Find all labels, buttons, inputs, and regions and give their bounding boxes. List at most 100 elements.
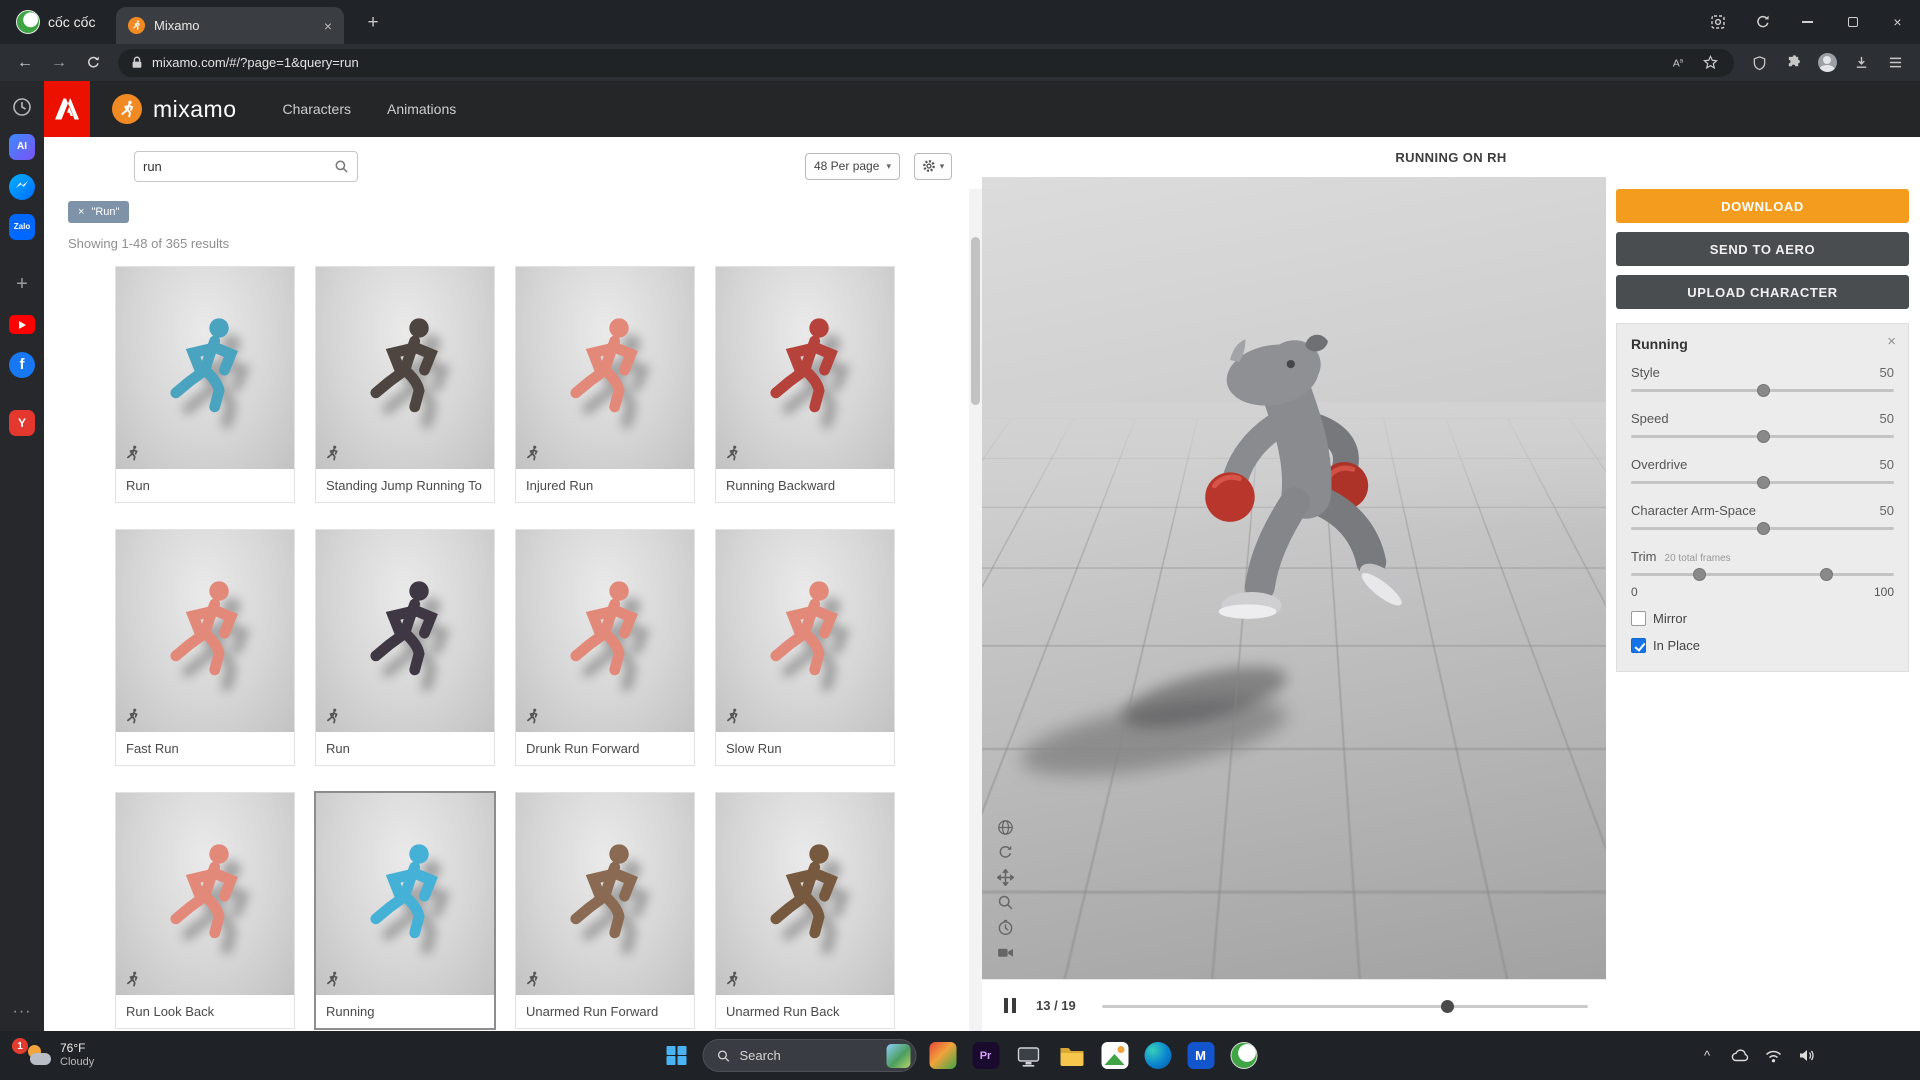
hidden-icons-chevron[interactable]: ^ [1697,1046,1717,1066]
photos-app-icon[interactable] [926,1039,960,1073]
nav-animations[interactable]: Animations [387,101,456,117]
in-place-checkbox[interactable] [1631,638,1646,653]
start-button[interactable] [660,1039,694,1073]
mirror-checkbox-row[interactable]: Mirror [1631,611,1894,626]
mixamo-favicon [128,17,145,34]
filter-chip-run[interactable]: × "Run" [68,201,130,223]
mirror-checkbox[interactable] [1631,611,1646,626]
in-place-checkbox-row[interactable]: In Place [1631,638,1894,653]
premiere-app-icon[interactable]: Pr [969,1039,1003,1073]
weather-widget[interactable]: 1 76°F Cloudy [0,1031,106,1080]
timeline-slider[interactable] [1102,999,1588,1013]
3d-viewport[interactable] [982,177,1606,979]
mail-app-icon[interactable]: M [1184,1039,1218,1073]
search-icon[interactable] [334,159,349,174]
adblock-shield-icon[interactable] [1744,49,1774,77]
zoom-icon[interactable] [997,894,1014,911]
animation-card[interactable]: Unarmed Run Forward [515,792,695,1029]
history-icon[interactable] [9,93,36,120]
character-figure [351,295,459,441]
rotate-icon[interactable] [997,844,1014,861]
profile-avatar[interactable] [1812,49,1842,77]
search-input[interactable] [143,158,334,174]
download-button[interactable]: DOWNLOAD [1616,189,1909,223]
arm-space-slider[interactable] [1631,521,1894,536]
coccoc-app-icon[interactable] [1227,1039,1261,1073]
move-icon[interactable] [997,869,1014,886]
animation-card[interactable]: Unarmed Run Back [715,792,895,1029]
animation-title: Unarmed Run Back [726,1004,840,1019]
animation-card[interactable]: Injured Run [515,266,695,503]
downloads-icon[interactable] [1846,49,1876,77]
scrollbar-thumb[interactable] [971,237,980,405]
mixamo-logo[interactable]: mixamo [112,94,237,124]
animation-card[interactable]: Fast Run [115,529,295,766]
update-icon[interactable] [1740,0,1785,44]
nav-characters[interactable]: Characters [283,101,351,117]
chip-close-icon[interactable]: × [78,206,84,218]
bookmark-star-icon[interactable] [1698,51,1722,75]
extensions-icon[interactable] [1778,49,1808,77]
overdrive-slider[interactable] [1631,475,1894,490]
menu-icon[interactable] [1880,49,1910,77]
animation-card[interactable]: Run Look Back [115,792,295,1029]
animation-card[interactable]: Running Backward [715,266,895,503]
slider-knob[interactable] [1756,384,1770,397]
results-scrollbar[interactable] [969,189,982,1031]
globe-icon[interactable] [997,819,1014,836]
upload-character-button[interactable]: UPLOAD CHARACTER [1616,275,1909,309]
slider-knob[interactable] [1756,476,1770,489]
animation-card[interactable]: Run [315,529,495,766]
tab-close-icon[interactable]: × [324,18,332,34]
edge-browser-icon[interactable] [1141,1039,1175,1073]
pc-app-icon[interactable] [1012,1039,1046,1073]
forward-button[interactable]: → [44,49,74,77]
per-page-select[interactable]: 48 Per page ▾ [805,152,900,180]
speed-slider[interactable] [1631,429,1894,444]
camera-icon[interactable] [997,944,1014,961]
back-button[interactable]: ← [10,49,40,77]
settings-gear-button[interactable]: ▾ [914,152,952,180]
minimize-button[interactable] [1785,0,1830,44]
panel-close-icon[interactable]: × [1887,333,1896,350]
slider-knob[interactable] [1756,522,1770,535]
slider-knob[interactable] [1756,430,1770,443]
volume-icon[interactable] [1796,1046,1816,1066]
new-tab-button[interactable]: + [360,12,386,34]
pause-button[interactable] [1000,994,1020,1017]
trim-slider[interactable] [1631,567,1894,582]
address-bar[interactable]: mixamo.com/#/?page=1&query=run Aa [118,48,1734,77]
zalo-icon[interactable]: Zalo [9,213,36,240]
animation-card[interactable]: Slow Run [715,529,895,766]
add-shortcut-button[interactable]: + [9,271,36,298]
trim-start-knob[interactable] [1693,568,1707,581]
taskbar-search[interactable]: Search [702,1039,917,1072]
animation-card[interactable]: Drunk Run Forward [515,529,695,766]
file-explorer-icon[interactable] [1055,1039,1089,1073]
snapshot-icon[interactable] [1695,0,1740,44]
reload-button[interactable] [78,49,108,77]
ai-sidebar-icon[interactable]: AI [9,133,36,160]
timer-icon[interactable] [997,919,1014,936]
mixamo-header: mixamo Characters Animations [44,81,1920,137]
style-slider[interactable] [1631,383,1894,398]
trim-end-knob[interactable] [1819,568,1833,581]
adobe-logo-icon[interactable] [44,81,90,137]
gallery-app-icon[interactable] [1098,1039,1132,1073]
wifi-icon[interactable] [1763,1046,1783,1066]
translate-icon[interactable]: Aa [1666,51,1690,75]
animation-card[interactable]: Standing Jump Running To [315,266,495,503]
onedrive-cloud-icon[interactable] [1730,1046,1750,1066]
close-button[interactable]: × [1875,0,1920,44]
tab-mixamo[interactable]: Mixamo × [116,7,344,44]
more-options-icon[interactable]: ··· [9,998,36,1025]
facebook-icon[interactable]: f [9,351,36,378]
youtube-icon[interactable] [9,311,36,338]
red-shortcut-icon[interactable]: Y [9,409,36,436]
animation-card-selected[interactable]: Running [315,792,495,1029]
maximize-button[interactable] [1830,0,1875,44]
timeline-knob[interactable] [1441,999,1455,1013]
animation-card[interactable]: Run [115,266,295,503]
send-to-aero-button[interactable]: SEND TO AERO [1616,232,1909,266]
messenger-icon[interactable] [9,173,36,200]
